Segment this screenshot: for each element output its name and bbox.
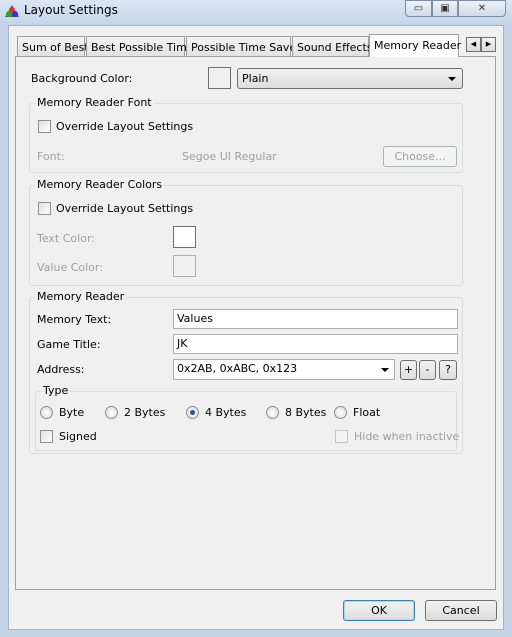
remove-address-button[interactable]: - (419, 360, 436, 380)
title-bar[interactable]: Layout Settings ▭ ▣ ✕ (0, 0, 512, 25)
type-group-title: Type (41, 384, 71, 397)
radio-byte[interactable] (40, 406, 53, 419)
cancel-button[interactable]: Cancel (425, 600, 497, 621)
background-style-dropdown[interactable]: Plain (237, 68, 463, 89)
value-color-swatch[interactable] (173, 255, 196, 277)
tab-scroll-left-button[interactable]: ◀ (466, 37, 481, 52)
address-help-button[interactable]: ? (439, 360, 457, 380)
colors-override-label: Override Layout Settings (56, 202, 194, 215)
radio-float-label: Float (353, 406, 381, 419)
radio-float[interactable] (334, 406, 347, 419)
text-color-label: Text Color: (37, 232, 95, 245)
memory-text-input[interactable]: Values (173, 309, 458, 329)
maximize-button[interactable]: ▣ (432, 0, 458, 17)
tab-memory-reader[interactable]: Memory Reader (369, 34, 461, 57)
choose-font-button[interactable]: Choose... (383, 146, 457, 167)
close-button[interactable]: ✕ (458, 0, 506, 17)
radio-8-bytes[interactable] (266, 406, 279, 419)
hide-when-inactive-label: Hide when inactive (354, 430, 460, 443)
font-value: Segoe UI Regular (182, 150, 277, 163)
radio-4-bytes[interactable] (186, 406, 199, 419)
address-label: Address: (37, 363, 85, 376)
tab-best-possible-time[interactable]: Best Possible Time (86, 36, 194, 56)
memory-reader-group-title: Memory Reader (35, 290, 127, 303)
signed-label: Signed (59, 430, 97, 443)
tab-sound-effects[interactable]: Sound Effects (292, 36, 373, 56)
address-combobox[interactable]: 0x2AB, 0xABC, 0x123 (173, 359, 395, 380)
ok-button[interactable]: OK (343, 600, 415, 621)
colors-group-title: Memory Reader Colors (35, 178, 165, 191)
tab-scroll-right-button[interactable]: ▶ (481, 37, 496, 52)
minimize-button[interactable]: ▭ (405, 0, 432, 17)
background-color-label: Background Color: (31, 72, 133, 85)
chevron-down-icon[interactable] (381, 368, 389, 372)
radio-8-bytes-label: 8 Bytes (285, 406, 327, 419)
radio-2-bytes-label: 2 Bytes (124, 406, 166, 419)
tab-possible-time-save[interactable]: Possible Time Save (186, 36, 296, 56)
font-override-label: Override Layout Settings (56, 120, 194, 133)
hide-when-inactive-checkbox[interactable] (335, 430, 348, 443)
signed-checkbox[interactable] (40, 430, 53, 443)
text-color-swatch[interactable] (173, 226, 196, 248)
background-style-value: Plain (242, 72, 269, 85)
radio-byte-label: Byte (59, 406, 85, 419)
tab-sum-of-best[interactable]: Sum of Best (17, 36, 89, 56)
chevron-down-icon (448, 77, 456, 81)
memory-text-label: Memory Text: (37, 313, 112, 326)
add-address-button[interactable]: + (400, 360, 417, 380)
radio-2-bytes[interactable] (105, 406, 118, 419)
font-override-checkbox[interactable] (38, 120, 51, 133)
font-group-title: Memory Reader Font (35, 96, 154, 109)
game-title-label: Game Title: (37, 338, 101, 351)
colors-override-checkbox[interactable] (38, 202, 51, 215)
address-value: 0x2AB, 0xABC, 0x123 (177, 362, 298, 375)
window-title: Layout Settings (24, 3, 118, 17)
radio-4-bytes-label: 4 Bytes (205, 406, 247, 419)
font-label: Font: (37, 150, 65, 163)
app-icon (5, 5, 19, 17)
value-color-label: Value Color: (37, 261, 103, 274)
background-color-swatch[interactable] (208, 67, 231, 89)
game-title-input[interactable]: JK (173, 334, 458, 354)
